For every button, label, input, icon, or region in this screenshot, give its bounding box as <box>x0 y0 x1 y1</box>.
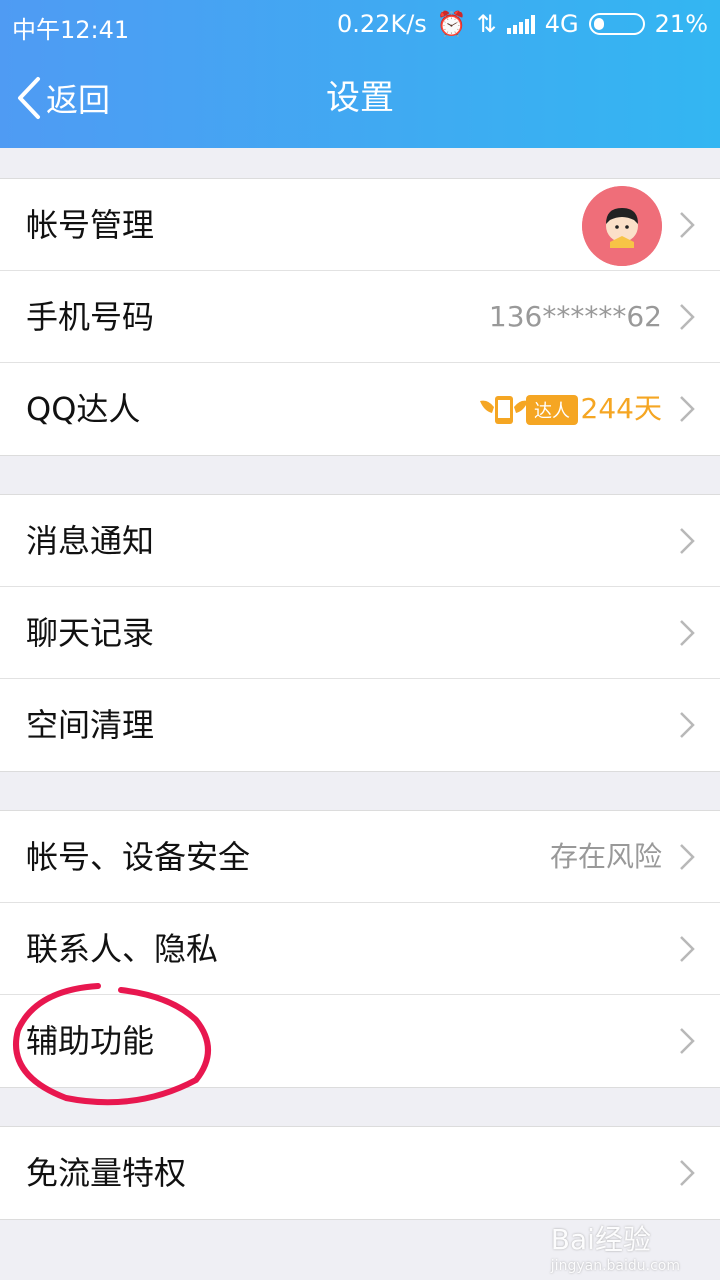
settings-item-contacts-privacy[interactable]: 联系人、隐私 <box>0 903 720 995</box>
chevron-right-icon <box>680 1160 695 1186</box>
chevron-right-icon <box>680 712 695 738</box>
chevron-right-icon <box>680 304 695 330</box>
alarm-icon: ⏰ <box>436 10 467 38</box>
signal-icon <box>506 14 535 34</box>
watermark-url: jingyan.baidu.com <box>550 1258 680 1274</box>
settings-item-phone-number[interactable]: 手机号码 136******62 <box>0 271 720 363</box>
item-label: 手机号码 <box>26 298 155 336</box>
item-label: QQ达人 <box>26 390 141 428</box>
expert-badge-label: 达人 <box>526 395 578 425</box>
item-label: 消息通知 <box>26 522 155 560</box>
item-label: 联系人、隐私 <box>26 930 219 968</box>
chevron-right-icon <box>680 936 695 962</box>
security-status-value: 存在风险 <box>549 840 662 873</box>
settings-item-free-data[interactable]: 免流量特权 <box>0 1127 720 1219</box>
network-type: 4G <box>544 10 579 38</box>
settings-item-notifications[interactable]: 消息通知 <box>0 495 720 587</box>
expert-badge: 达人 <box>478 393 578 427</box>
item-label: 免流量特权 <box>26 1154 187 1192</box>
settings-group-account: 帐号管理 手机号码 136******62 QQ达人 达人 244天 <box>0 178 720 456</box>
chevron-right-icon <box>680 844 695 870</box>
watermark-brand: Bai经验 <box>550 1223 651 1256</box>
network-speed: 0.22K/s <box>337 10 427 38</box>
item-label: 空间清理 <box>26 706 155 744</box>
item-label: 辅助功能 <box>26 1022 155 1060</box>
chevron-right-icon <box>680 528 695 554</box>
battery-icon <box>588 13 645 35</box>
expert-days-value: 244天 <box>580 392 662 425</box>
avatar <box>582 186 662 266</box>
settings-group-security: 帐号、设备安全 存在风险 联系人、隐私 辅助功能 <box>0 810 720 1088</box>
settings-item-accessibility[interactable]: 辅助功能 <box>0 995 720 1087</box>
status-indicators: 0.22K/s ⏰ ⇅ 4G 21% <box>337 10 708 38</box>
chevron-right-icon <box>680 212 695 238</box>
watermark: Bai经验 jingyan.baidu.com <box>551 1218 680 1274</box>
settings-item-qq-expert[interactable]: QQ达人 达人 244天 <box>0 363 720 455</box>
settings-item-account-management[interactable]: 帐号管理 <box>0 179 720 271</box>
status-time: 中午12:41 <box>12 16 130 44</box>
settings-item-account-device-security[interactable]: 帐号、设备安全 存在风险 <box>0 811 720 903</box>
chevron-right-icon <box>680 620 695 646</box>
chevron-right-icon <box>680 1028 695 1054</box>
item-label: 帐号管理 <box>26 206 155 244</box>
item-label: 聊天记录 <box>26 614 155 652</box>
app-header: 中午12:41 0.22K/s ⏰ ⇅ 4G 21% 返回 设置 <box>0 0 720 148</box>
settings-item-storage-cleanup[interactable]: 空间清理 <box>0 679 720 771</box>
winged-phone-icon <box>480 396 528 424</box>
page-title: 设置 <box>326 78 394 118</box>
settings-item-chat-history[interactable]: 聊天记录 <box>0 587 720 679</box>
battery-level: 21% <box>654 10 708 38</box>
phone-number-value: 136******62 <box>488 300 662 333</box>
data-transfer-icon: ⇅ <box>476 10 497 38</box>
chevron-right-icon <box>680 396 695 422</box>
settings-group-messages: 消息通知 聊天记录 空间清理 <box>0 494 720 772</box>
item-label: 帐号、设备安全 <box>26 838 251 876</box>
settings-group-data: 免流量特权 <box>0 1126 720 1220</box>
status-bar: 中午12:41 0.22K/s ⏰ ⇅ 4G 21% <box>0 0 720 50</box>
